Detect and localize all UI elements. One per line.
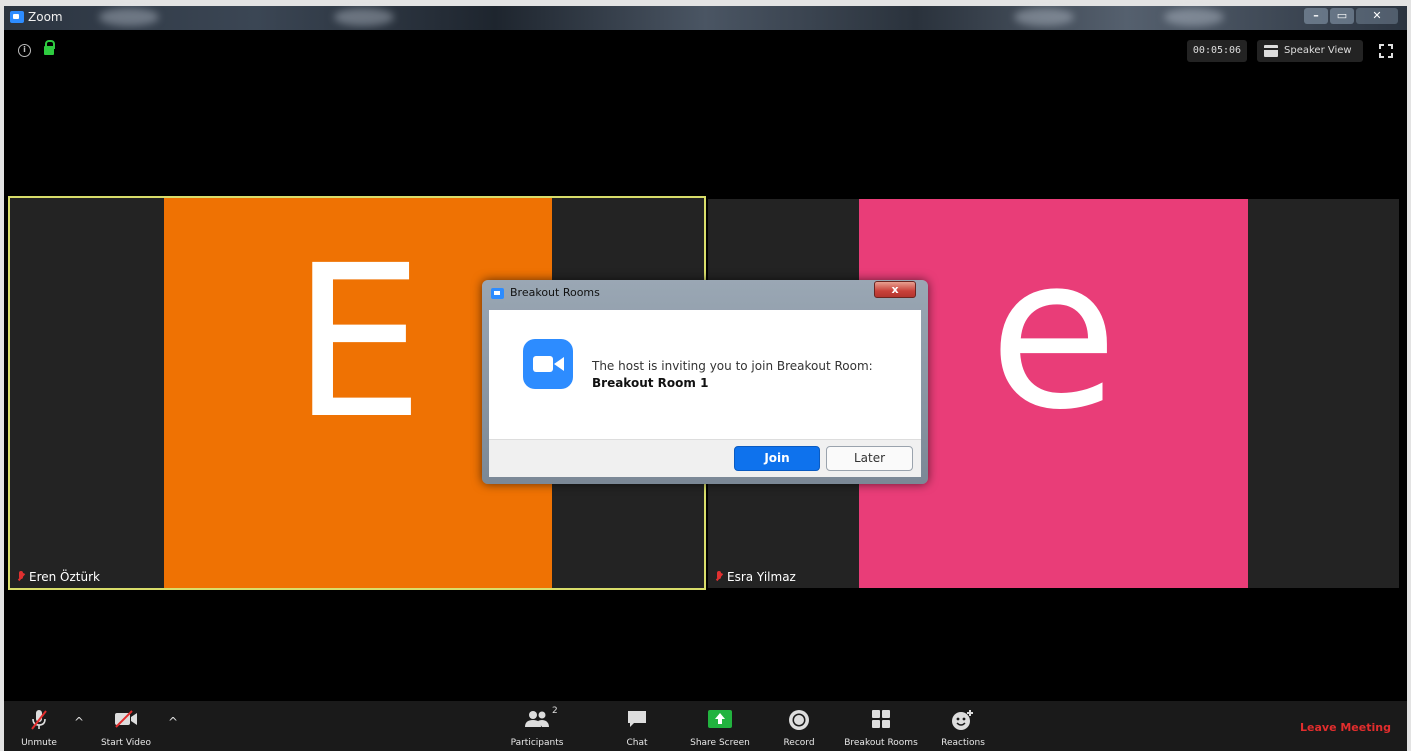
info-icon[interactable]: i bbox=[18, 44, 31, 57]
breakout-rooms-button[interactable]: Breakout Rooms bbox=[838, 701, 924, 751]
zoom-window: Zoom – ▭ ✕ i 00:05:06 Speaker View E Ere… bbox=[0, 0, 1411, 751]
participant-name-tag: Esra Yilmaz bbox=[713, 569, 796, 585]
later-button[interactable]: Later bbox=[826, 446, 913, 471]
dialog-footer: Join Later bbox=[489, 439, 921, 477]
participants-button[interactable]: 2 Participants bbox=[502, 701, 572, 751]
invite-message: The host is inviting you to join Breakou… bbox=[592, 359, 873, 373]
breakout-rooms-dialog: Breakout Rooms x The host is inviting yo… bbox=[482, 280, 928, 484]
meeting-timer: 00:05:06 bbox=[1187, 40, 1247, 62]
speaker-view-button[interactable]: Speaker View bbox=[1257, 40, 1363, 62]
participants-label: Participants bbox=[510, 738, 564, 748]
zoom-camera-icon bbox=[523, 339, 573, 389]
record-icon bbox=[789, 710, 809, 730]
dialog-close-button[interactable]: x bbox=[874, 281, 916, 298]
dialog-body: The host is inviting you to join Breakou… bbox=[489, 310, 921, 439]
titlebar-glare bbox=[99, 8, 159, 26]
video-options-caret-icon[interactable]: ^ bbox=[166, 715, 180, 729]
speaker-view-icon bbox=[1264, 45, 1278, 57]
join-button[interactable]: Join bbox=[734, 446, 820, 471]
microphone-muted-icon bbox=[31, 710, 47, 730]
chat-label: Chat bbox=[626, 738, 648, 748]
chat-icon bbox=[628, 711, 646, 727]
video-off-icon bbox=[115, 710, 137, 728]
unmute-button[interactable]: Unmute bbox=[10, 701, 68, 751]
record-button[interactable]: Record bbox=[776, 701, 822, 751]
share-screen-button[interactable]: Share Screen bbox=[684, 701, 756, 751]
chat-button[interactable]: Chat bbox=[616, 701, 658, 751]
unmute-label: Unmute bbox=[21, 738, 57, 748]
breakout-rooms-label: Breakout Rooms bbox=[844, 738, 918, 748]
titlebar-glare bbox=[334, 8, 394, 26]
reactions-button[interactable]: Reactions bbox=[934, 701, 992, 751]
share-screen-label: Share Screen bbox=[690, 738, 750, 748]
fullscreen-icon[interactable] bbox=[1379, 44, 1393, 58]
reactions-icon bbox=[952, 710, 973, 730]
participants-count: 2 bbox=[552, 706, 558, 716]
reactions-label: Reactions bbox=[941, 738, 985, 748]
maximize-button[interactable]: ▭ bbox=[1330, 8, 1354, 24]
start-video-label: Start Video bbox=[100, 738, 152, 748]
participants-icon bbox=[525, 711, 549, 727]
titlebar-glare bbox=[1164, 8, 1224, 26]
breakout-rooms-icon bbox=[872, 710, 890, 728]
speaker-view-label: Speaker View bbox=[1284, 45, 1352, 56]
titlebar-glare bbox=[1014, 8, 1074, 26]
mic-muted-icon bbox=[17, 571, 25, 583]
participant-name-tag: Eren Öztürk bbox=[15, 569, 100, 585]
zoom-app-icon bbox=[491, 288, 504, 299]
minimize-button[interactable]: – bbox=[1304, 8, 1328, 24]
participant-name: Esra Yilmaz bbox=[727, 570, 796, 584]
start-video-button[interactable]: Start Video bbox=[94, 701, 158, 751]
window-title: Zoom bbox=[28, 10, 63, 24]
dialog-title: Breakout Rooms bbox=[510, 286, 600, 299]
zoom-app-icon bbox=[10, 11, 24, 23]
record-label: Record bbox=[783, 738, 815, 748]
meeting-toolbar: Unmute ^ Start Video ^ 2 Participants Ch… bbox=[4, 701, 1407, 751]
audio-options-caret-icon[interactable]: ^ bbox=[72, 715, 86, 729]
participant-name: Eren Öztürk bbox=[29, 570, 100, 584]
title-bar: Zoom – ▭ ✕ bbox=[4, 6, 1407, 30]
mic-muted-icon bbox=[715, 571, 723, 583]
lock-icon[interactable] bbox=[44, 40, 55, 55]
leave-meeting-button[interactable]: Leave Meeting bbox=[1300, 721, 1391, 734]
share-screen-icon bbox=[708, 710, 732, 728]
breakout-room-name: Breakout Room 1 bbox=[592, 376, 709, 390]
close-window-button[interactable]: ✕ bbox=[1356, 8, 1398, 24]
